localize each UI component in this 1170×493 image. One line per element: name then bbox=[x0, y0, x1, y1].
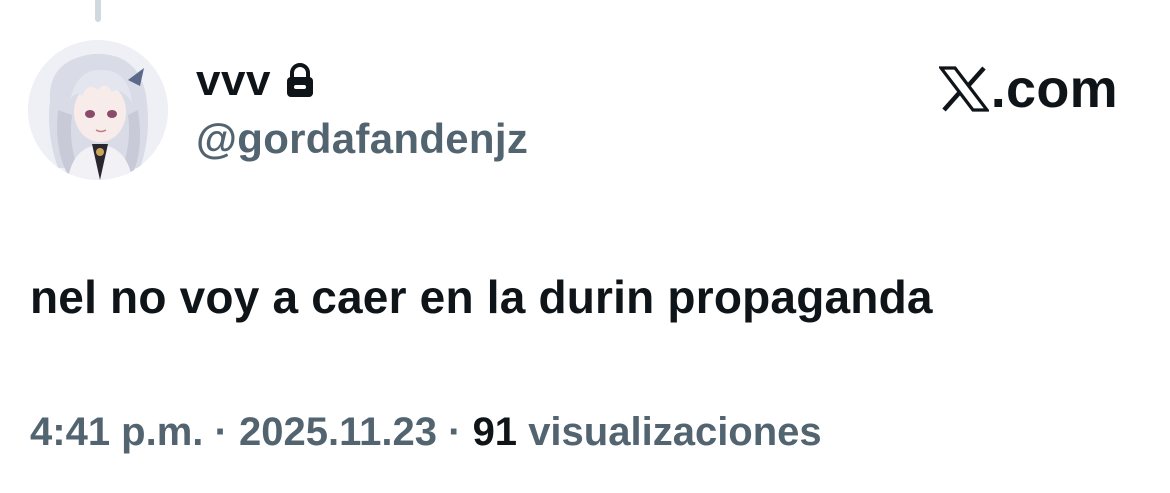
brand-domain-text: .com bbox=[990, 59, 1118, 119]
x-logo-icon bbox=[937, 66, 990, 112]
lock-icon bbox=[285, 63, 315, 99]
avatar[interactable] bbox=[28, 40, 168, 180]
tweet-date[interactable]: 2025.11.23 bbox=[239, 410, 437, 454]
brand-watermark: .com bbox=[937, 59, 1118, 119]
avatar-image bbox=[28, 40, 168, 180]
views-count[interactable]: 91 bbox=[473, 410, 518, 454]
author-name-row: vvv bbox=[196, 56, 315, 106]
author-handle[interactable]: @gordafandenjz bbox=[196, 118, 528, 160]
tweet-time[interactable]: 4:41 p.m. bbox=[30, 410, 203, 454]
tweet-meta: 4:41 p.m. · 2025.11.23 · 91 visualizacio… bbox=[30, 412, 822, 452]
thread-connector-line bbox=[95, 0, 101, 22]
views-label: visualizaciones bbox=[528, 410, 822, 454]
display-name[interactable]: vvv bbox=[196, 59, 271, 103]
tweet-text: nel no voy a caer en la durin propaganda bbox=[30, 271, 933, 323]
meta-separator: · bbox=[448, 410, 462, 454]
meta-separator: · bbox=[214, 410, 228, 454]
